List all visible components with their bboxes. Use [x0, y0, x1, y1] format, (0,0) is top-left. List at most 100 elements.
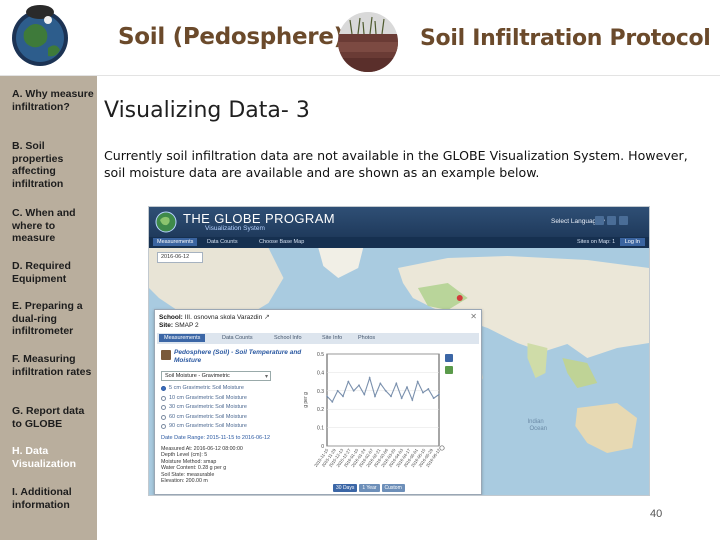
data-point: [438, 393, 440, 396]
depth-option-label: 5 cm Gravimetric Soil Moisture: [169, 385, 244, 391]
site-value: SMAP 2: [174, 322, 199, 329]
download-icon[interactable]: [445, 366, 453, 374]
close-icon[interactable]: ✕: [470, 312, 477, 321]
home-icon[interactable]: [595, 216, 604, 225]
school-name: School: III. osnovna skola Varazdin ↗: [159, 313, 270, 321]
slide-title-right: Soil Infiltration Protocol: [420, 26, 711, 51]
data-point: [352, 389, 355, 392]
tab-choose-base-map[interactable]: Choose Base Map: [255, 238, 308, 246]
sites-on-map-count: Sites on Map: 1: [577, 239, 616, 245]
page-number: 40: [650, 508, 663, 520]
data-point: [336, 389, 339, 392]
plot-area: [326, 353, 440, 447]
sidebar-item-report[interactable]: G. Report data to GLOBE: [12, 405, 94, 430]
site-marker-icon: [456, 295, 463, 301]
radio-icon: [161, 424, 166, 430]
site-name: Site: SMAP 2: [159, 322, 199, 329]
data-point: [358, 384, 360, 387]
content-title: Visualizing Data- 3: [104, 98, 310, 123]
globe-app-subtitle: Visualization System: [205, 225, 265, 232]
measurement-select-value: Soil Moisture - Gravimetric: [165, 373, 230, 379]
time-range-buttons: 30 Days 1 Year Custom: [333, 484, 405, 492]
chevron-down-icon: ▾: [264, 374, 268, 380]
globe-visualization-screenshot: THE GLOBE PROGRAM Visualization System S…: [148, 206, 650, 496]
school-value: III. osnovna skola Varazdin: [184, 314, 263, 321]
data-point: [400, 397, 403, 400]
depth-option-label: 90 cm Gravimetric Soil Moisture: [169, 423, 247, 429]
time-1-year-button[interactable]: 1 Year: [359, 484, 380, 492]
soil-protocol-icon: [161, 350, 171, 360]
data-point: [368, 377, 371, 379]
svg-text:Ocean: Ocean: [529, 426, 547, 432]
sidebar-item-soil-properties[interactable]: B. Soil properties affecting infiltratio…: [12, 140, 94, 190]
data-point: [331, 400, 334, 403]
time-30-days-button[interactable]: 30 Days: [333, 484, 358, 492]
data-point: [395, 382, 398, 385]
data-point: [422, 391, 424, 394]
depth-option-label: 30 cm Gravimetric Soil Moisture: [169, 404, 247, 410]
globe-app-nav: Measurements Data Counts Choose Base Map…: [149, 237, 649, 248]
data-point: [384, 389, 387, 392]
data-point: [379, 382, 382, 385]
sidebar-item-preparing[interactable]: E. Preparing a dual-ring infiltrometer: [12, 300, 94, 338]
table-icon[interactable]: [445, 354, 453, 362]
y-axis-label: g per g: [303, 392, 309, 408]
data-point: [347, 380, 350, 383]
sidebar-item-measuring[interactable]: F. Measuring infiltration rates: [12, 353, 94, 378]
zoom-icon: [439, 445, 445, 451]
y-tick-label: 0.2: [317, 407, 324, 413]
depth-option-label: 60 cm Gravimetric Soil Moisture: [169, 413, 247, 420]
depth-option-label: 10 cm Gravimetric Soil Moisture: [169, 394, 247, 401]
tab-data-counts[interactable]: Data Counts: [203, 238, 242, 246]
sidebar-item-additional-info[interactable]: I. Additional information: [12, 486, 94, 511]
measurement-select[interactable]: Soil Moisture - Gravimetric ▾: [161, 371, 271, 381]
globe-app-title: THE GLOBE PROGRAM: [183, 211, 335, 226]
data-point: [406, 386, 408, 389]
data-point: [363, 393, 366, 396]
slide-header: Soil (Pedosphere) Soil Infiltration Prot…: [0, 0, 720, 76]
app-header-icons: [595, 216, 628, 225]
panel-tab-site-info[interactable]: Site Info: [317, 334, 347, 342]
sidebar-item-when-where[interactable]: C. When and where to measure: [12, 207, 94, 245]
radio-icon: [161, 414, 166, 420]
y-tick-label: 0.5: [317, 352, 324, 358]
map-date-field[interactable]: 2016-06-12: [157, 252, 203, 263]
y-tick-label: 0.4: [317, 370, 324, 376]
radio-icon: [161, 395, 166, 401]
data-point: [411, 399, 414, 401]
panel-tab-measurements[interactable]: Measurements: [159, 334, 206, 342]
sidebar-item-why-measure[interactable]: A. Why measure infiltration?: [12, 88, 94, 113]
time-custom-button[interactable]: Custom: [381, 484, 405, 492]
slide-title-left: Soil (Pedosphere): [118, 24, 344, 50]
y-tick-label: 0.3: [317, 389, 324, 395]
soil-profile-photo-icon: [338, 12, 398, 72]
sidebar-item-equipment[interactable]: D. Required Equipment: [12, 260, 94, 285]
site-label: Site:: [159, 322, 174, 329]
data-point: [390, 395, 392, 398]
radio-icon: [161, 405, 166, 411]
sidebar-item-data-visualization[interactable]: H. Data Visualization: [12, 445, 94, 470]
data-point: [432, 397, 435, 400]
panel-tabs: Measurements Data Counts School Info Sit…: [157, 333, 479, 344]
login-button[interactable]: Log In: [619, 238, 645, 246]
globe-app-logo-icon: [155, 211, 177, 233]
external-link-icon[interactable]: ↗: [264, 314, 270, 321]
help-icon[interactable]: [607, 216, 616, 225]
data-point: [342, 395, 344, 398]
radio-icon: [161, 386, 166, 392]
content-body: Currently soil infiltration data are not…: [104, 148, 688, 180]
panel-tab-data-counts[interactable]: Data Counts: [217, 334, 258, 342]
data-point: [427, 388, 430, 390]
data-point: [374, 395, 376, 398]
tab-measurements[interactable]: Measurements: [153, 238, 198, 246]
share-icon[interactable]: [619, 216, 628, 225]
panel-tab-photos[interactable]: Photos: [353, 334, 380, 342]
y-tick-label: 0.1: [317, 426, 324, 432]
site-info-panel: School: III. osnovna skola Varazdin ↗ Si…: [154, 309, 482, 495]
data-point: [416, 380, 419, 383]
data-point: [326, 395, 328, 398]
ocean-label: Indian: [527, 419, 543, 425]
panel-tab-school-info[interactable]: School Info: [269, 334, 307, 342]
chart-tools: [445, 354, 453, 378]
globe-program-logo-icon: [12, 5, 68, 66]
